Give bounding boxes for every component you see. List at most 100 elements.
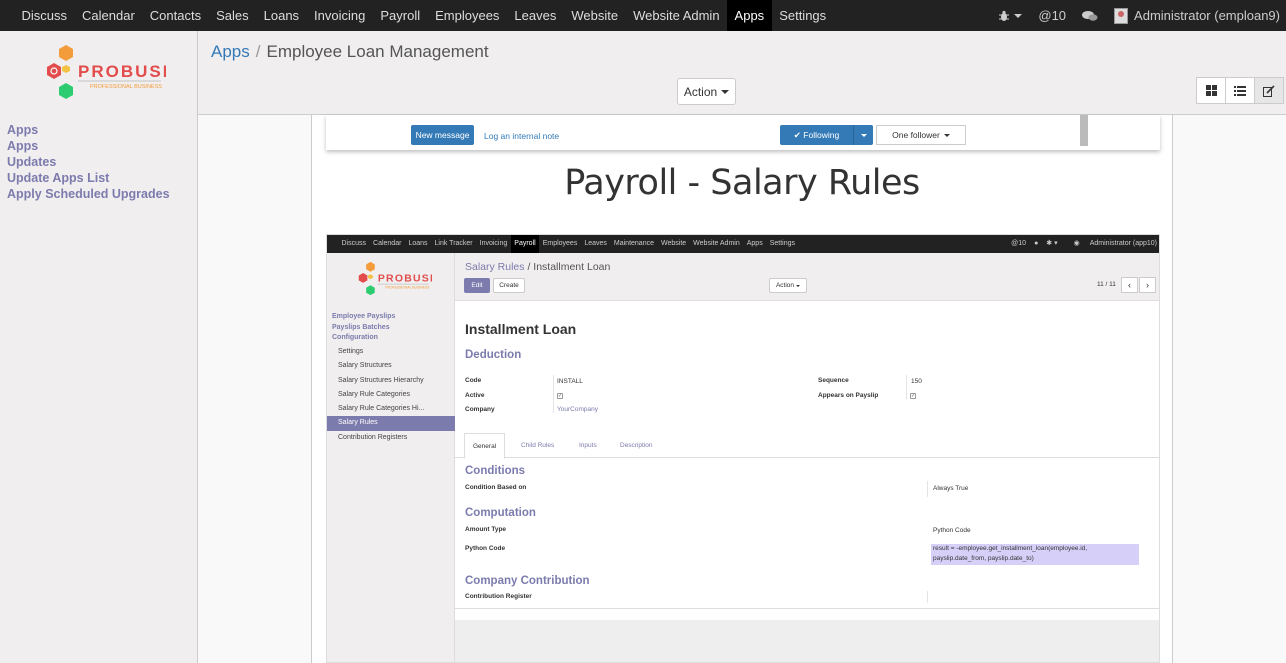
menu-item-website[interactable]: Website <box>564 0 626 31</box>
shot-sequence-value: 150 <box>911 378 922 385</box>
shot-action-button: Action <box>769 278 807 293</box>
menu-item-sales[interactable]: Sales <box>209 0 257 31</box>
new-message-button[interactable]: New message <box>411 125 474 145</box>
menu-item-contacts[interactable]: Contacts <box>142 0 208 31</box>
shot-sidebar-item: Salary Structures <box>338 362 392 370</box>
shot-sidebar-item: Salary Rule Categories <box>338 390 410 398</box>
shot-sequence-label: Sequence <box>818 377 849 384</box>
menu-item-settings[interactable]: Settings <box>772 0 834 31</box>
shot-user-name: Administrator (app10) <box>1089 240 1157 247</box>
main-menu: Discuss Calendar Contacts Sales Loans In… <box>0 0 834 31</box>
shot-menu-item: Leaves <box>584 240 607 247</box>
action-dropdown-button[interactable]: Action <box>677 78 736 105</box>
shot-chatter-area <box>455 620 1159 662</box>
shot-sidebar: PROBUSE PROFESSIONAL BUSINESS Employee P… <box>327 253 455 662</box>
shot-section-employee-payslips: Employee Payslips <box>332 313 396 320</box>
shot-field-divider <box>927 591 928 603</box>
chevron-down-icon <box>796 284 801 287</box>
shot-company-value: YourCompany <box>557 406 598 413</box>
shot-rule-category: Deduction <box>465 349 522 361</box>
breadcrumb-apps-link[interactable]: Apps <box>211 42 250 61</box>
shot-menu-item: Payroll <box>510 235 540 253</box>
shot-amount-type-value: Python Code <box>933 527 971 534</box>
shot-action-label: Action <box>775 282 795 289</box>
shot-menu-item: Website Admin <box>693 240 740 247</box>
following-button[interactable]: ✔ Following <box>780 125 873 145</box>
menu-item-payroll[interactable]: Payroll <box>373 0 428 31</box>
shot-tab-general: General <box>464 433 506 459</box>
menu-item-employees[interactable]: Employees <box>428 0 507 31</box>
logo-tagline-text: PROFESSIONAL BUSINESS <box>385 285 430 289</box>
scrollbar-thumb[interactable] <box>1080 115 1088 146</box>
mentions-counter[interactable]: @10 <box>1038 8 1066 23</box>
shot-active-label: Active <box>465 392 485 399</box>
breadcrumb-current: Employee Loan Management <box>266 42 489 61</box>
main-content: New message Log an internal note ✔ Follo… <box>198 115 1286 663</box>
shot-code-label: Code <box>465 377 482 384</box>
sidebar-item-apps-list[interactable]: Apps <box>7 138 170 154</box>
chat-icon[interactable] <box>1082 10 1098 22</box>
shot-mentions: @10 <box>1011 240 1027 247</box>
shot-sidebar-sections: Employee Payslips Payslips Batches Confi… <box>332 312 395 344</box>
chevron-down-icon <box>943 133 950 137</box>
debug-bug-icon[interactable] <box>998 10 1023 22</box>
shot-menu-item: Discuss <box>341 240 367 247</box>
shot-sidebar-item-selected: Salary Rules <box>327 416 455 431</box>
shot-rule-name: Installment Loan <box>465 321 577 337</box>
shot-user: ◉ Administrator (app10) <box>1066 235 1157 253</box>
kanban-view-button[interactable] <box>1196 77 1226 104</box>
menu-item-invoicing[interactable]: Invoicing <box>307 0 373 31</box>
menu-item-calendar[interactable]: Calendar <box>75 0 143 31</box>
shot-control-panel: Salary Rules / Installment Loan Edit Cre… <box>455 253 1159 301</box>
logo-tagline-text: PROFESSIONAL BUSINESS <box>90 84 162 90</box>
shot-breadcrumb: Salary Rules / Installment Loan <box>465 261 610 273</box>
shot-section-payslips-batches: Payslips Batches <box>332 323 390 331</box>
menu-item-leaves[interactable]: Leaves <box>507 0 564 31</box>
grid-icon <box>1205 85 1217 96</box>
menu-item-apps[interactable]: Apps <box>727 0 772 31</box>
list-view-button[interactable] <box>1225 77 1255 104</box>
shot-menu-item: Website <box>661 240 687 247</box>
avatar <box>1114 7 1129 24</box>
shot-python-code-box: result = -employee.get_installment_loan(… <box>931 544 1139 565</box>
shot-condition-value: Always True <box>933 485 969 492</box>
shot-amount-type-label: Amount Type <box>465 526 507 533</box>
sidebar-menu: Apps Apps Updates Update Apps List Apply… <box>7 122 170 202</box>
chatter-screenshot: New message Log an internal note ✔ Follo… <box>326 115 1160 150</box>
action-label: Action <box>683 84 718 99</box>
followers-button[interactable]: One follower <box>876 125 966 145</box>
shot-form: Installment Loan Deduction Code INSTALL … <box>455 301 1159 620</box>
embedded-screenshot: Discuss Calendar Loans Link Tracker Invo… <box>326 234 1160 663</box>
shot-tab-inputs: Inputs <box>579 442 597 449</box>
logo-brand-text: PROBUSE <box>78 62 166 81</box>
sidebar-item-apply-scheduled-upgrades[interactable]: Apply Scheduled Upgrades <box>7 186 170 202</box>
menu-item-discuss[interactable]: Discuss <box>14 0 75 31</box>
chat-icon: ● <box>1034 240 1039 247</box>
menu-item-website-admin[interactable]: Website Admin <box>626 0 727 31</box>
log-note-link[interactable]: Log an internal note <box>484 131 559 141</box>
shot-tabs: General Child Rules Inputs Description <box>455 433 1159 459</box>
shot-python-code-label: Python Code <box>465 545 506 552</box>
shot-menu-item: Settings <box>769 240 795 247</box>
shot-pager: 11 / 11 <box>1097 281 1116 288</box>
logo-brand-text: PROBUSE <box>378 274 432 285</box>
chevron-left-icon: ‹ <box>1121 277 1138 293</box>
shot-field-divider <box>906 375 907 399</box>
company-logo: PROBUSE PROFESSIONAL BUSINESS <box>358 261 432 296</box>
form-view-button[interactable] <box>1254 77 1284 104</box>
section-title: Payroll - Salary Rules <box>564 163 920 203</box>
menu-item-loans[interactable]: Loans <box>256 0 306 31</box>
sidebar-item-updates[interactable]: Updates <box>7 154 170 170</box>
user-menu[interactable]: Administrator (emploan9) <box>1114 7 1280 24</box>
sidebar-item-update-apps-list[interactable]: Update Apps List <box>7 170 170 186</box>
shot-appears-label: Appears on Payslip <box>818 392 879 399</box>
shot-condition-label: Condition Based on <box>465 484 527 491</box>
user-name: Administrator (emploan9) <box>1134 8 1280 23</box>
shot-conditions-title: Conditions <box>465 465 526 477</box>
chevron-right-icon: › <box>1139 277 1156 293</box>
systray: @10 Administrator (emploan9) <box>982 0 1280 31</box>
sidebar-item-apps[interactable]: Apps <box>7 122 170 138</box>
following-label: Following <box>803 130 840 140</box>
shot-sidebar-item: Salary Structures Hierarchy <box>338 376 424 384</box>
breadcrumb: Apps / Employee Loan Management <box>211 42 489 62</box>
